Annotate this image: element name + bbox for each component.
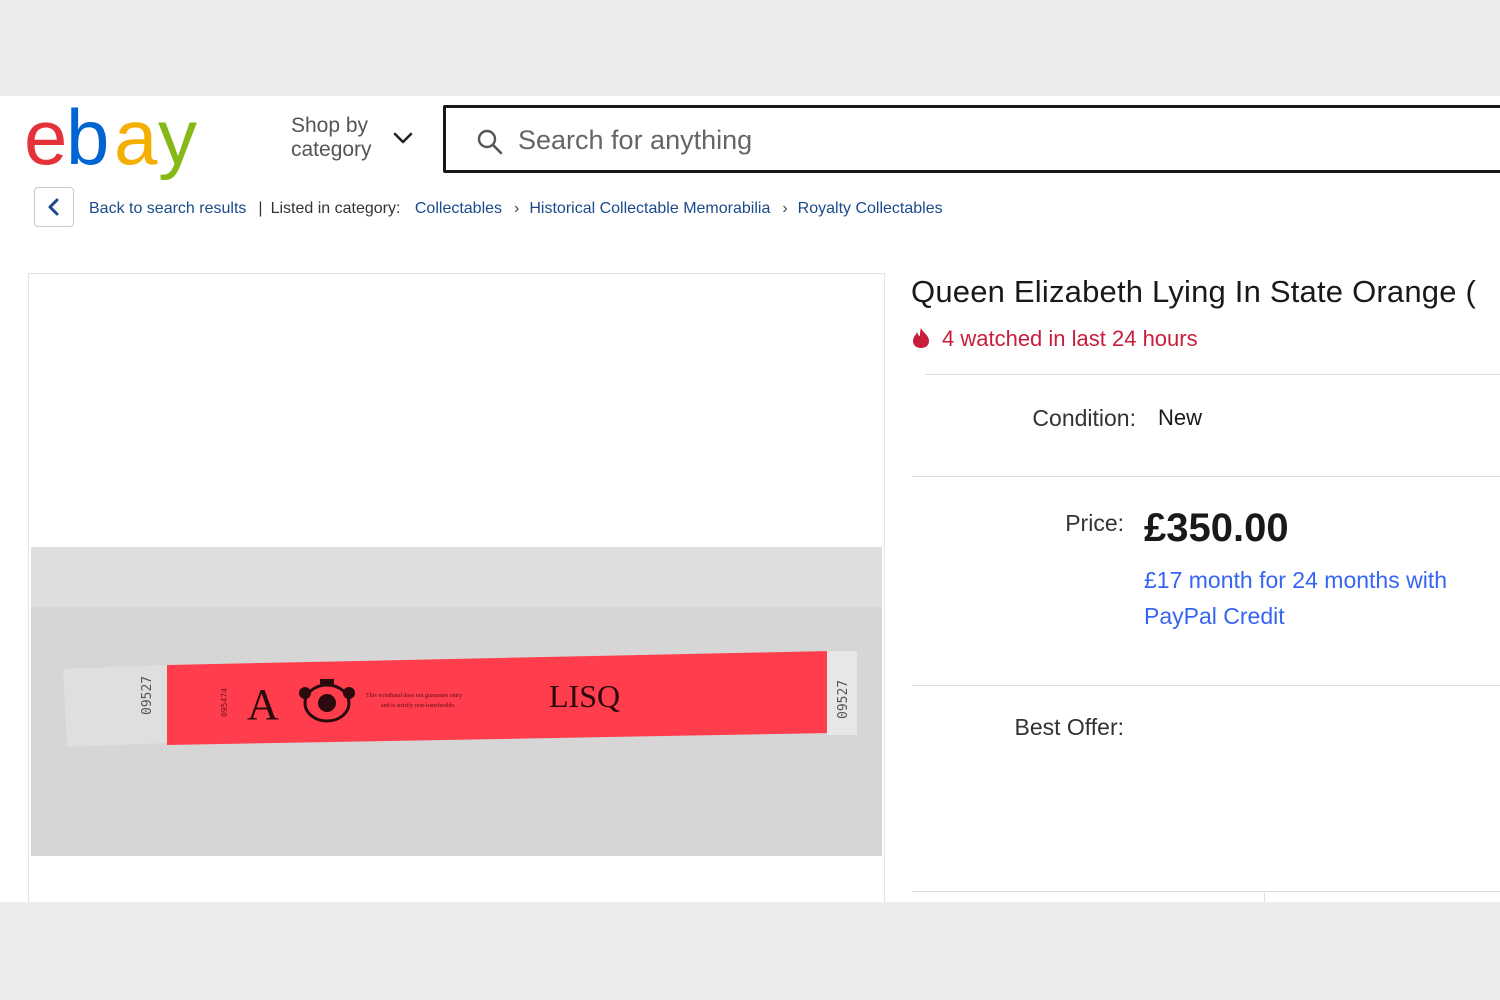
watch-count-text: 4 watched in last 24 hours (942, 326, 1198, 351)
search-icon (477, 129, 503, 155)
wristband-side-number: 095474 (220, 688, 229, 717)
product-photo-wristband[interactable]: 09527 09527 095474 A This wristband does… (31, 547, 882, 856)
breadcrumb: Back to search results | Listed in categor… (89, 200, 943, 218)
fire-icon (913, 328, 929, 348)
back-to-search-link[interactable]: Back to search results (89, 200, 246, 217)
listing-title: Queen Elizabeth Lying In State Orange ( (911, 274, 1476, 309)
divider (925, 374, 1500, 375)
product-image-viewer[interactable]: 09527 09527 095474 A This wristband does… (28, 273, 885, 902)
ebay-listing-page: e b a y Shop by category Back to search … (0, 96, 1500, 902)
price-label: Price: (1065, 510, 1124, 536)
chevron-left-icon (48, 198, 59, 216)
svg-text:e: e (24, 98, 64, 181)
wristband-serial-left: 09527 (140, 676, 155, 715)
search-bar[interactable] (443, 105, 1500, 173)
listed-in-category-label: Listed in category: (270, 200, 401, 217)
top-margin (0, 0, 1500, 96)
wristband-fine-print-1: This wristband does not guarantee entry (366, 693, 462, 699)
divider-tick (1264, 893, 1265, 902)
chevron-right-icon: › (782, 200, 788, 217)
ebay-logo[interactable]: e b a y (24, 98, 234, 184)
shop-by-category-label: Shop by category (291, 114, 372, 161)
price-value: £350.00 (1144, 506, 1289, 550)
paypal-credit-link[interactable]: £17 month for 24 months with PayPal Cred… (1144, 562, 1494, 634)
wristband-fine-print-2: and is strictly non-transferable (381, 702, 454, 709)
svg-text:y: y (158, 98, 197, 181)
condition-value: New (1158, 405, 1203, 430)
chevron-right-icon: › (514, 200, 520, 217)
watch-count: 4 watched in last 24 hours (910, 326, 1198, 352)
wristband-letter: A (247, 680, 279, 729)
condition-label: Condition: (1032, 405, 1136, 431)
breadcrumb-item-royalty-collectables[interactable]: Royalty Collectables (798, 200, 943, 217)
best-offer-label: Best Offer: (1014, 714, 1124, 740)
search-input[interactable] (516, 118, 1420, 162)
bottom-margin (0, 902, 1500, 1000)
shop-by-category-button[interactable]: Shop by category (291, 114, 431, 166)
svg-text:b: b (66, 98, 107, 181)
divider (912, 891, 1500, 892)
svg-text:a: a (114, 98, 158, 181)
wristband-serial-right: 09527 (836, 680, 851, 719)
chevron-down-icon (393, 132, 413, 144)
divider (912, 685, 1500, 686)
breadcrumb-item-historical-memorabilia[interactable]: Historical Collectable Memorabilia (529, 200, 770, 217)
divider (912, 476, 1500, 477)
breadcrumb-item-collectables[interactable]: Collectables (415, 200, 502, 217)
photo-background-highlight (31, 547, 882, 607)
wristband-code: LISQ (549, 678, 620, 714)
breadcrumb-divider: | (258, 200, 263, 217)
paypal-credit-line-1: £17 month for 24 months with (1144, 567, 1447, 593)
back-button[interactable] (34, 187, 74, 227)
paypal-credit-line-2: PayPal Credit (1144, 603, 1285, 629)
